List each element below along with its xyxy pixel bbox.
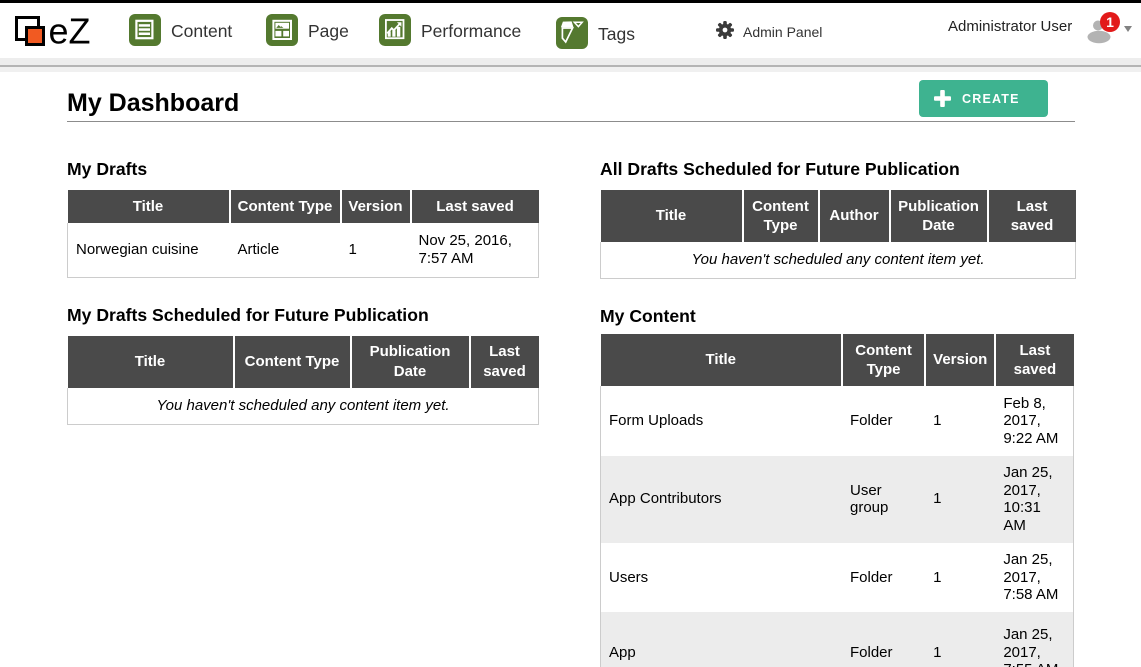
svg-text:eZ: eZ <box>49 11 91 51</box>
